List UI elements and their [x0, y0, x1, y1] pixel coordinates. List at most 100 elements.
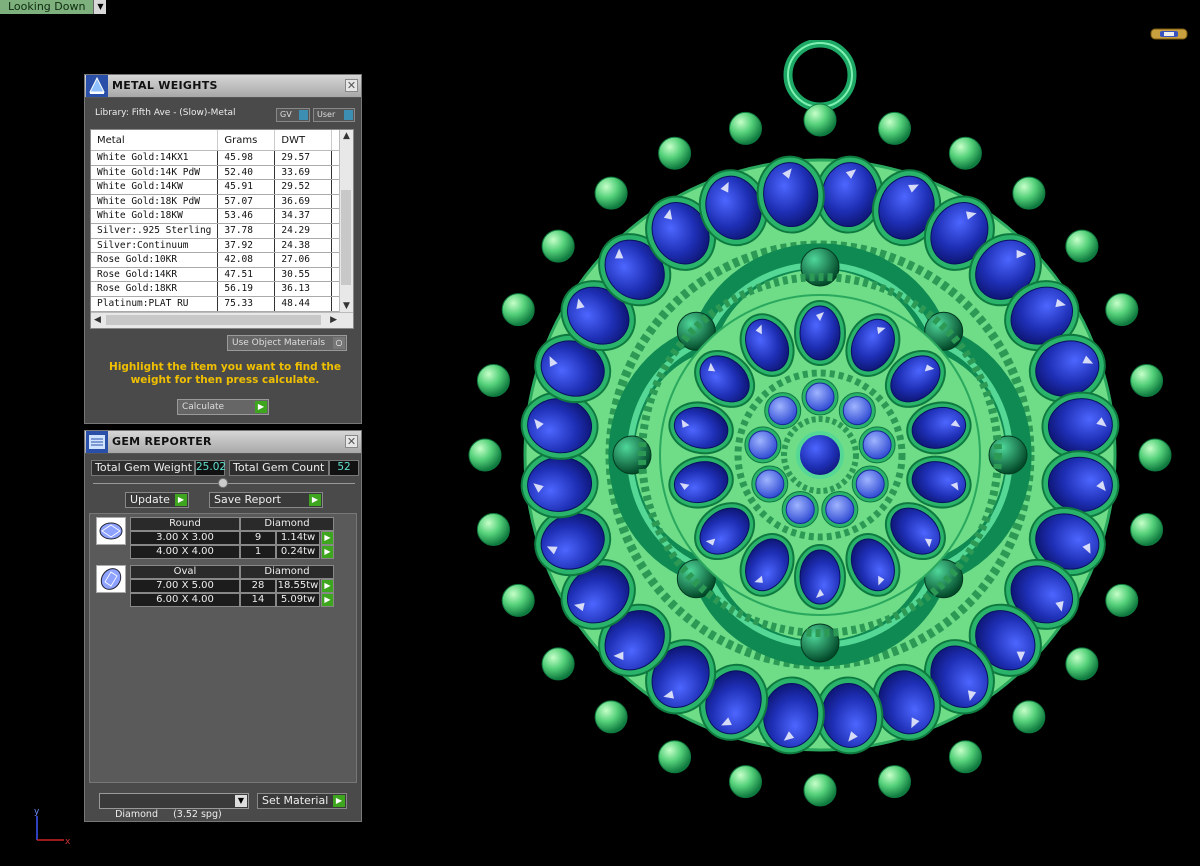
table-cell: 45.98: [217, 150, 276, 166]
chevron-down-icon[interactable]: ▼: [235, 795, 247, 807]
table-cell: Silver:.925 Sterling: [91, 223, 219, 239]
gem-reporter-icon: [86, 431, 108, 453]
table-row[interactable]: White Gold:18K PdW57.0736.6915.65: [91, 194, 353, 210]
vertical-scrollbar[interactable]: ▲ ▼: [339, 130, 353, 314]
scroll-thumb[interactable]: [106, 315, 321, 325]
calculate-hint: Highlight the item you want to find the …: [109, 361, 341, 386]
gem-count: 9: [240, 531, 276, 545]
table-cell: 27.06: [274, 252, 333, 268]
bead: [658, 136, 692, 170]
gem-report-list[interactable]: Round Diamond 3.00 X 3.00 9 1.14tw ▶ 4.0…: [89, 513, 357, 783]
bead: [803, 773, 837, 807]
table-row[interactable]: Rose Gold:18KR56.1936.1315.41: [91, 281, 353, 297]
round-gem: [785, 495, 815, 524]
viewport-label[interactable]: Looking Down: [0, 0, 94, 14]
metal-weights-titlebar[interactable]: METAL WEIGHTS ✕: [85, 75, 361, 98]
column-header[interactable]: DWT: [274, 130, 333, 151]
update-label: Update: [130, 493, 170, 506]
gem-reporter-title: GEM REPORTER: [112, 435, 212, 448]
bead: [476, 513, 510, 546]
splitter-handle[interactable]: [218, 478, 228, 488]
select-gems-icon[interactable]: ▶: [321, 531, 334, 545]
scroll-thumb[interactable]: [341, 190, 351, 285]
play-icon[interactable]: ▶: [333, 795, 345, 807]
set-material-button[interactable]: Set Material ▶: [257, 793, 347, 809]
table-row[interactable]: White Gold:14KW45.9129.5212.59: [91, 179, 353, 195]
table-cell: 53.46: [217, 208, 276, 224]
oval-gem-small: [794, 544, 846, 610]
user-select[interactable]: User: [313, 108, 355, 122]
total-gem-weight-value: 25.02: [195, 460, 226, 476]
select-gems-icon[interactable]: ▶: [321, 545, 334, 559]
select-gems-icon[interactable]: ▶: [321, 593, 334, 607]
chevron-down-icon[interactable]: [299, 110, 308, 120]
select-gems-icon[interactable]: ▶: [321, 579, 334, 593]
table-cell: Silver:Continuum: [91, 238, 219, 254]
bead: [948, 136, 982, 170]
save-report-button[interactable]: Save Report ▶: [209, 492, 323, 508]
column-header[interactable]: Metal: [91, 130, 219, 151]
pendant-model-viewport[interactable]: [445, 40, 1195, 840]
table-row[interactable]: Platinum:PLAT RU75.3348.4420.66: [91, 296, 353, 312]
table-row[interactable]: Silver:.925 Sterling37.7824.2910.36: [91, 223, 353, 239]
table-cell: 33.69: [274, 165, 333, 181]
table-row[interactable]: White Gold:18KW53.4634.3714.66: [91, 208, 353, 224]
gem-material: Diamond: [240, 565, 334, 579]
chevron-down-icon[interactable]: [344, 110, 353, 120]
table-cell: 37.78: [217, 223, 276, 239]
bead: [878, 111, 911, 145]
calculate-label: Calculate: [182, 402, 225, 412]
gem-size: 7.00 X 5.00: [130, 579, 240, 593]
table-row[interactable]: Silver:Continuum37.9224.3810.40: [91, 238, 353, 254]
update-button[interactable]: Update ▶: [125, 492, 189, 508]
total-gem-count-value: 52: [329, 460, 359, 476]
oval-diamond-icon: [100, 568, 122, 590]
metal-table-grid[interactable]: MetalGramsDWTSPG White Gold:14KX145.9829…: [91, 130, 353, 312]
gem-reporter-titlebar[interactable]: GEM REPORTER ✕: [85, 431, 361, 454]
scroll-down-icon[interactable]: ▼: [343, 301, 350, 311]
gem-material: Diamond: [240, 517, 334, 531]
play-icon[interactable]: ▶: [175, 494, 187, 506]
table-row[interactable]: Rose Gold:14KR47.5130.5513.03: [91, 267, 353, 283]
scroll-left-icon[interactable]: ◀: [94, 315, 101, 325]
scroll-up-icon[interactable]: ▲: [343, 131, 350, 141]
library-label: Library: Fifth Ave - (Slow)-Metal: [95, 108, 236, 118]
viewport-menu[interactable]: Looking Down ▼: [0, 0, 107, 14]
bead: [1130, 364, 1164, 397]
bead: [501, 583, 535, 617]
round-gem: [825, 495, 855, 524]
center-gem: [796, 431, 844, 479]
table-row[interactable]: Rose Gold:10KR42.0827.0611.54: [91, 252, 353, 268]
unit-select[interactable]: GV: [276, 108, 310, 122]
table-cell: 24.38: [274, 238, 333, 254]
metal-table[interactable]: MetalGramsDWTSPG White Gold:14KX145.9829…: [90, 129, 354, 329]
calculate-button[interactable]: Calculate ▶: [177, 399, 269, 415]
round-gem: [805, 382, 835, 412]
play-icon[interactable]: ▶: [309, 494, 321, 506]
toggle-icon[interactable]: ○: [333, 337, 345, 349]
round-gem-thumbnail[interactable]: [96, 517, 126, 545]
column-header[interactable]: Grams: [217, 130, 276, 151]
table-row[interactable]: White Gold:14KX145.9829.5712.61: [91, 150, 353, 166]
horizontal-scrollbar[interactable]: ◀ ▶: [91, 312, 353, 328]
viewport-dropdown-icon[interactable]: ▼: [93, 0, 107, 14]
table-row[interactable]: White Gold:14K PdW52.4033.6914.37: [91, 165, 353, 181]
round-gem: [862, 430, 892, 460]
table-cell: 36.13: [274, 281, 333, 297]
play-icon[interactable]: ▶: [255, 401, 267, 413]
round-gem: [842, 396, 872, 426]
round-gem: [748, 430, 778, 460]
oval-gem-small: [794, 300, 846, 366]
use-object-materials-button[interactable]: Use Object Materials ○: [227, 335, 347, 351]
gem-size: 3.00 X 3.00: [130, 531, 240, 545]
table-cell: 37.92: [217, 238, 276, 254]
scroll-right-icon[interactable]: ▶: [330, 315, 337, 325]
gem-size: 6.00 X 4.00: [130, 593, 240, 607]
close-icon[interactable]: ✕: [345, 79, 358, 92]
unit-select-value: GV: [280, 110, 292, 119]
close-icon[interactable]: ✕: [345, 435, 358, 448]
oval-gem-thumbnail[interactable]: [96, 565, 126, 593]
table-cell: 52.40: [217, 165, 276, 181]
material-select[interactable]: Diamond (3.52 spg) ▼: [99, 793, 249, 820]
table-cell: White Gold:14K PdW: [91, 165, 219, 181]
